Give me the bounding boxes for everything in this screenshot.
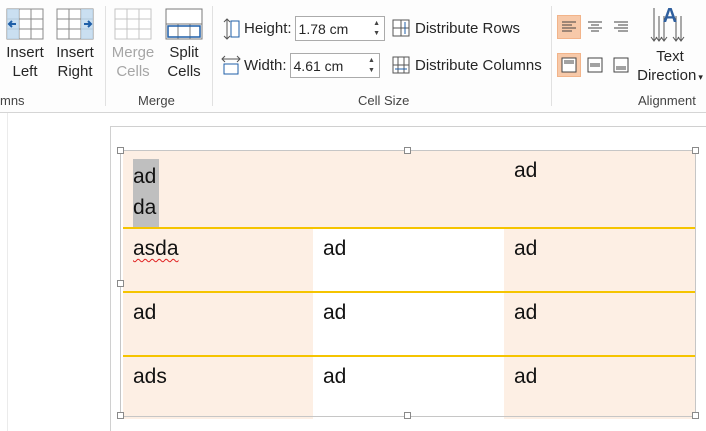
merge-cells-button[interactable]: Merge Cells [110, 8, 156, 81]
width-spinner[interactable]: ▲ ▼ [365, 54, 379, 77]
insert-right-label-2: Right [57, 63, 93, 80]
document-table[interactable]: ad da ad asda ad ad ad ad ad ads ad ad [123, 151, 695, 419]
column-width-icon [221, 55, 241, 74]
merge-cells-icon [114, 8, 152, 40]
table-cell[interactable]: ads [123, 356, 313, 419]
ribbon: Insert Left Insert Right mns Merge Cells [0, 0, 706, 113]
text-direction-label-1: Text [656, 48, 684, 65]
width-label: Width: [244, 57, 287, 74]
text-direction-icon: A [650, 5, 685, 42]
align-cell-top-button[interactable] [557, 53, 581, 77]
align-top-center-button[interactable] [583, 15, 607, 39]
page-edge-line [7, 113, 8, 431]
resize-handle[interactable] [117, 412, 124, 419]
table-row: asda ad ad [123, 228, 695, 293]
resize-handle[interactable] [404, 412, 411, 419]
table-row: ad da ad [123, 151, 695, 229]
spin-down-icon[interactable]: ▼ [368, 66, 375, 76]
align-cell-top-icon [561, 57, 577, 73]
align-top-right-icon [614, 21, 628, 32]
spin-up-icon[interactable]: ▲ [368, 56, 375, 66]
align-top-left-button[interactable] [557, 15, 581, 39]
distribute-rows-button[interactable]: Distribute Rows [392, 19, 520, 37]
table-cell[interactable]: ad [313, 356, 504, 419]
height-spinner[interactable]: ▲ ▼ [370, 17, 384, 40]
distribute-columns-button[interactable]: Distribute Columns [392, 56, 542, 74]
table-row: ad ad ad [123, 292, 695, 357]
separator [551, 6, 552, 106]
align-cell-middle-icon [587, 57, 603, 73]
table-cell[interactable]: ad [504, 228, 695, 293]
width-value: 4.61 cm [293, 57, 344, 74]
table-cell[interactable]: ad [504, 151, 695, 229]
distribute-rows-icon [392, 19, 410, 37]
merge-group-label: Merge [138, 93, 175, 108]
resize-handle[interactable] [404, 147, 411, 154]
split-cells-label-1: Split [169, 44, 199, 61]
height-value: 1.78 cm [298, 20, 349, 37]
distribute-columns-label: Distribute Columns [415, 56, 542, 74]
insert-right-label-1: Insert [56, 44, 94, 61]
table-cell[interactable]: ad [504, 292, 695, 357]
align-cell-bottom-icon [613, 57, 629, 73]
height-input[interactable]: 1.78 cm ▲ ▼ [294, 16, 385, 41]
text-direction-label-2: Direction [637, 67, 697, 84]
insert-left-label-1: Insert [6, 44, 44, 61]
align-cell-middle-button[interactable] [583, 53, 607, 77]
resize-handle[interactable] [692, 412, 699, 419]
misspelled-word[interactable]: asda [133, 237, 179, 260]
height-row: Height: 1.78 cm ▲ ▼ [221, 16, 385, 41]
columns-group-label: mns [0, 93, 25, 108]
split-cells-icon [165, 8, 203, 40]
cell-size-group-label: Cell Size [358, 93, 410, 108]
selected-text[interactable]: ad da [133, 159, 160, 227]
spin-up-icon[interactable]: ▲ [373, 19, 380, 29]
table-cell[interactable]: ad [123, 292, 313, 357]
align-top-right-button[interactable] [609, 15, 633, 39]
width-input[interactable]: 4.61 cm ▲ ▼ [289, 53, 380, 78]
table-row: ads ad ad [123, 356, 695, 419]
insert-left-icon [6, 8, 44, 40]
text-direction-button[interactable]: A Text Direction ▾ [634, 4, 706, 87]
distribute-rows-label: Distribute Rows [415, 19, 521, 37]
svg-text:A: A [663, 5, 677, 27]
page-left-edge [110, 126, 111, 431]
table-cell[interactable]: asda [123, 228, 313, 293]
align-cell-bottom-button[interactable] [609, 53, 633, 77]
resize-handle[interactable] [692, 147, 699, 154]
height-label: Height: [244, 20, 292, 37]
insert-right-icon [56, 8, 94, 40]
merge-cells-label-2: Cells [116, 63, 150, 80]
merge-cells-label-1: Merge [111, 44, 155, 61]
chevron-down-icon: ▾ [698, 72, 703, 82]
spin-down-icon[interactable]: ▼ [373, 29, 380, 39]
insert-left-label-2: Left [12, 63, 38, 80]
alignment-group-label: Alignment [638, 93, 696, 108]
table-cell[interactable] [313, 151, 504, 229]
row-height-icon [223, 17, 240, 40]
table-cell[interactable]: ad [313, 292, 504, 357]
resize-handle[interactable] [117, 280, 124, 287]
table-cell[interactable]: ad [313, 228, 504, 293]
align-top-center-icon [588, 21, 602, 32]
width-row: Width: 4.61 cm ▲ ▼ [221, 53, 380, 78]
table-cell[interactable]: ad da [123, 151, 313, 229]
distribute-columns-icon [392, 56, 410, 74]
split-cells-button[interactable]: Split Cells [163, 8, 205, 81]
resize-handle[interactable] [117, 147, 124, 154]
split-cells-label-2: Cells [167, 63, 201, 80]
table-cell[interactable]: ad [504, 356, 695, 419]
separator [212, 6, 213, 106]
insert-left-button[interactable]: Insert Left [4, 8, 46, 81]
page-top-edge [110, 126, 706, 127]
insert-right-button[interactable]: Insert Right [54, 8, 96, 81]
separator [105, 6, 106, 106]
align-top-left-icon [562, 21, 576, 32]
